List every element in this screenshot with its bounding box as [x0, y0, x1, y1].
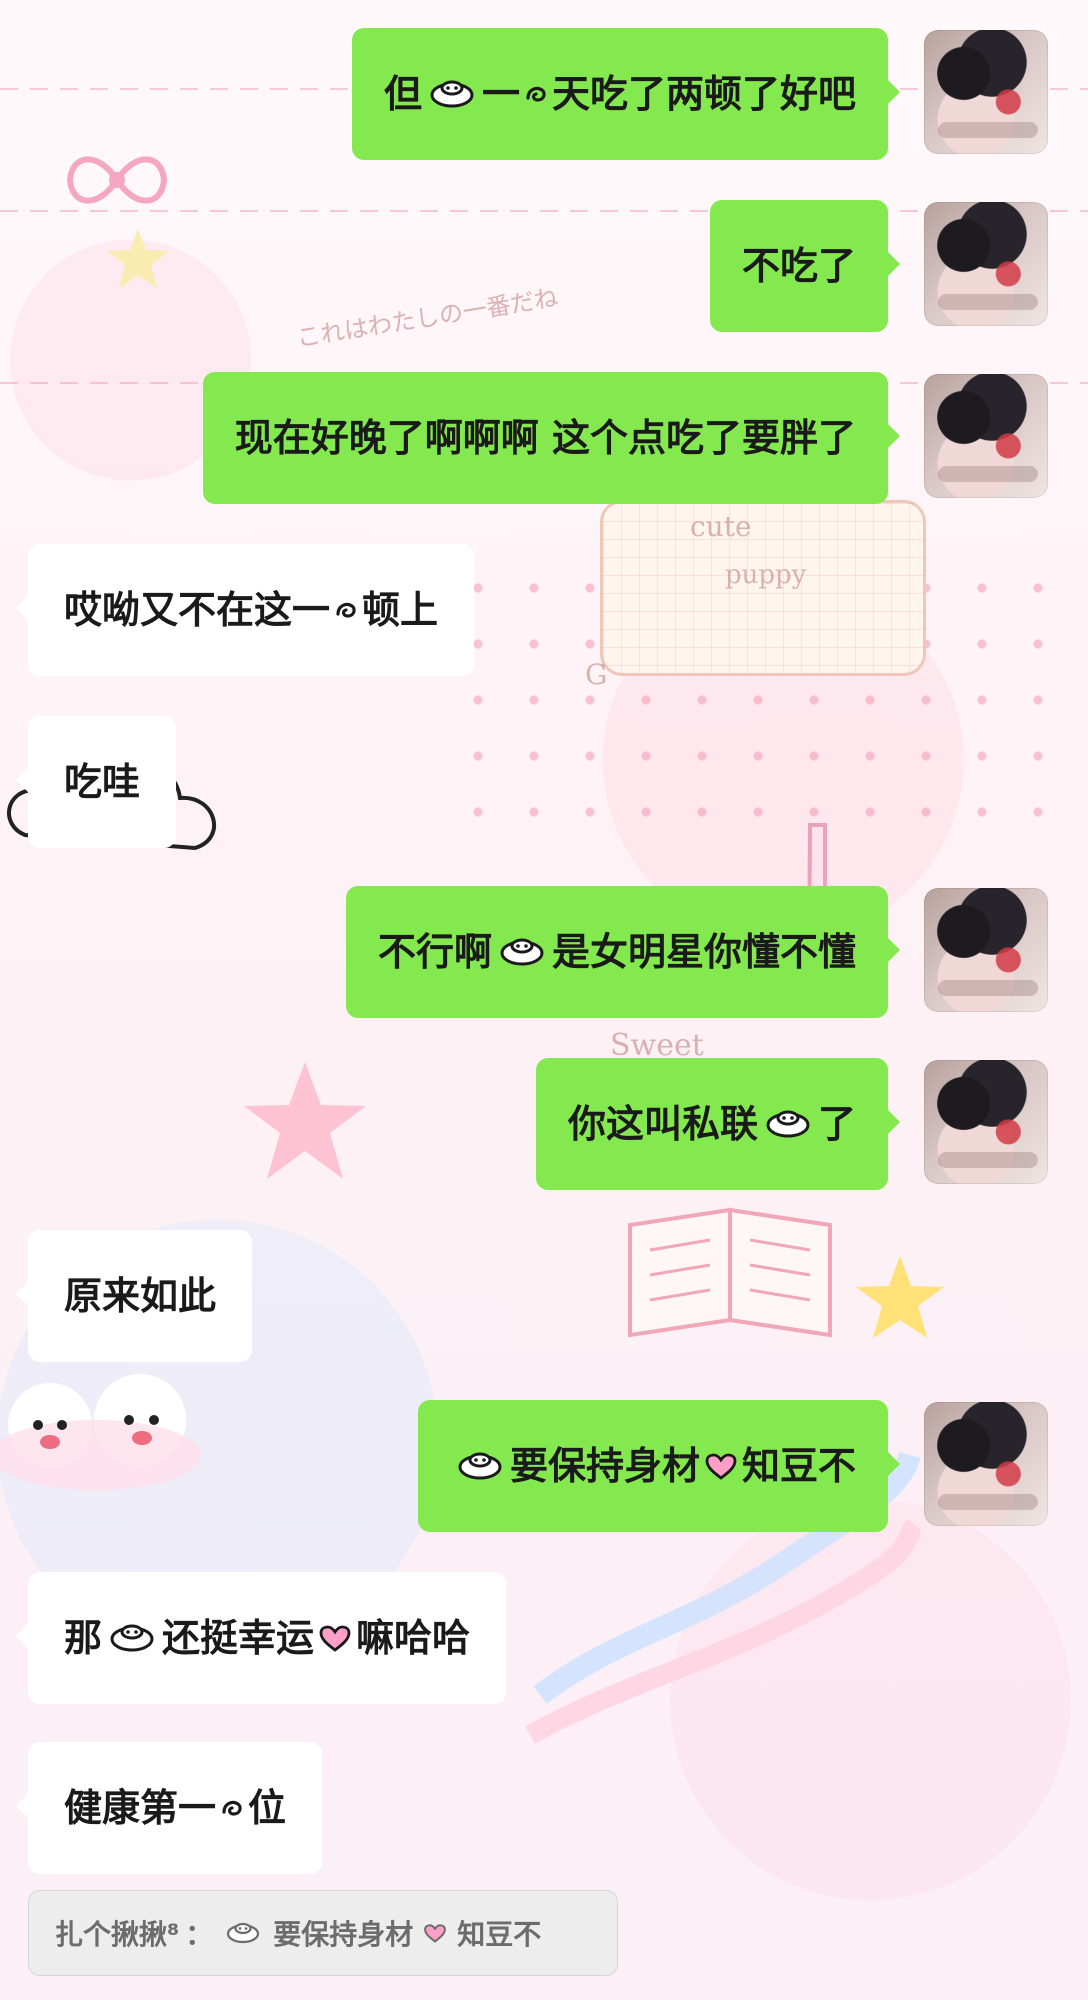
outgoing-message-bubble[interactable]: 你这叫私联 了 [535, 1058, 901, 1190]
message-text: 现在好晚了啊啊啊 这个点吃了要胖了 [234, 416, 856, 460]
message-text: 顿上 [362, 588, 439, 632]
quoted-reply-text: 要保持身材 [273, 1918, 414, 1951]
smile-face-icon [110, 1624, 154, 1652]
message-row: 那 还挺幸运 嘛哈哈 [0, 1572, 1088, 1704]
message-text: 位 [248, 1786, 287, 1830]
message-text: 不吃了 [741, 244, 856, 288]
message-row: 原来如此 [0, 1230, 1088, 1362]
swirl-small-icon [526, 86, 546, 102]
message-text: 吃哇 [64, 760, 141, 804]
incoming-message-bubble[interactable]: 健康第一 位 [15, 1742, 323, 1874]
message-text: 了 [817, 1102, 856, 1146]
incoming-message-bubble[interactable]: 那 还挺幸运 嘛哈哈 [15, 1572, 507, 1704]
message-text: 健康第一 [64, 1786, 217, 1830]
quoted-reply-text: 知豆不 [457, 1918, 542, 1951]
message-text: 是女明星你懂不懂 [551, 930, 856, 974]
message-text: 还挺幸运 [162, 1616, 315, 1660]
message-text: 一 [481, 72, 520, 116]
avatar[interactable] [924, 888, 1048, 1012]
avatar[interactable] [924, 202, 1048, 326]
message-row: 不吃了 [0, 200, 1088, 332]
message-text: 嘛哈哈 [356, 1616, 471, 1660]
avatar[interactable] [924, 1060, 1048, 1184]
smile-face-icon [430, 80, 474, 108]
outgoing-message-bubble[interactable]: 不吃了 [709, 200, 901, 332]
quoted-reply-box[interactable]: 扎个揪揪⁸ ： 要保持身材 知豆不 [28, 1890, 618, 1976]
message-text: 你这叫私联 [567, 1102, 758, 1146]
message-row: 不行啊 是女明星你懂不懂 [0, 886, 1088, 1018]
message-text: 不行啊 [377, 930, 492, 974]
message-row: 但 一 天吃了两顿了好吧 [0, 28, 1088, 160]
outgoing-message-bubble[interactable]: 现在好晚了啊啊啊 这个点吃了要胖了 [202, 372, 901, 504]
chat-thread: 但 一 天吃了两顿了好吧 不吃了 现在好晚了啊啊啊 这个点吃了要胖了 哎呦又不在… [0, 0, 1088, 2000]
outgoing-message-bubble[interactable]: 要保持身材 知豆不 [417, 1400, 901, 1532]
avatar[interactable] [924, 1402, 1048, 1526]
message-text: 哎呦又不在这一 [64, 588, 331, 632]
message-text: 要保持身材 [509, 1444, 700, 1488]
message-row: 现在好晚了啊啊啊 这个点吃了要胖了 [0, 372, 1088, 504]
smile-face-icon [500, 938, 544, 966]
message-row: 健康第一 位 [0, 1742, 1088, 1874]
quoted-reply-separator: ： [185, 1918, 214, 1951]
message-row: 吃哇 [0, 716, 1088, 848]
avatar[interactable] [924, 30, 1048, 154]
message-row: 要保持身材 知豆不 [0, 1400, 1088, 1532]
message-text: 那 [64, 1616, 103, 1660]
swirl-small-icon [336, 602, 356, 618]
quoted-reply-sender: 扎个揪揪⁸ [55, 1918, 180, 1951]
message-text: 知豆不 [741, 1444, 856, 1488]
message-text: 但 [383, 72, 422, 116]
message-text: 天吃了两顿了好吧 [551, 72, 856, 116]
message-row: 哎呦又不在这一 顿上 [0, 544, 1088, 676]
outgoing-message-bubble[interactable]: 不行啊 是女明星你懂不懂 [345, 886, 901, 1018]
avatar[interactable] [924, 374, 1048, 498]
message-row: 你这叫私联 了 [0, 1058, 1088, 1190]
message-text: 原来如此 [64, 1274, 217, 1318]
heart-pink-icon [424, 1924, 447, 1943]
smile-face-icon [458, 1452, 502, 1480]
heart-pink-icon [319, 1625, 351, 1652]
incoming-message-bubble[interactable]: 吃哇 [15, 716, 177, 848]
incoming-message-bubble[interactable]: 哎呦又不在这一 顿上 [15, 544, 475, 676]
incoming-message-bubble[interactable]: 原来如此 [15, 1230, 253, 1362]
outgoing-message-bubble[interactable]: 但 一 天吃了两顿了好吧 [351, 28, 901, 160]
smile-face-icon [766, 1110, 810, 1138]
swirl-small-icon [222, 1800, 242, 1816]
smile-face-icon [227, 1922, 260, 1944]
heart-pink-icon [705, 1453, 737, 1480]
